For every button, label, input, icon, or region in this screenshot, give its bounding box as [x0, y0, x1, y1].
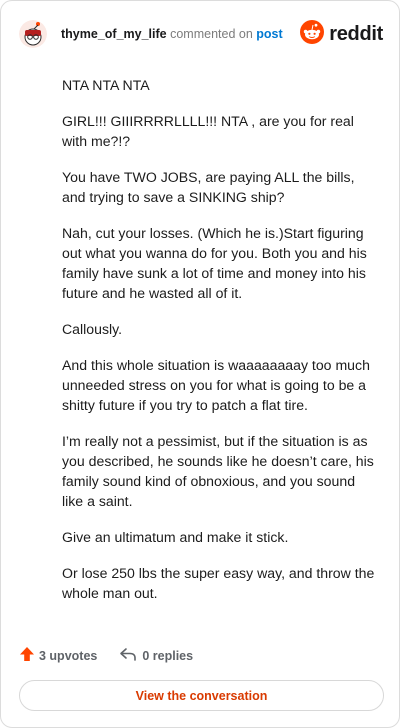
comment-paragraph: Nah, cut your losses. (Which he is.)Star…	[62, 225, 367, 301]
comment-paragraph: You have TWO JOBS, are paying ALL the bi…	[62, 169, 355, 205]
comment-paragraph: Give an ultimatum and make it stick.	[62, 529, 289, 545]
comment-meta: thyme_of_my_life commented on post	[61, 27, 283, 41]
comment-paragraph: And this whole situation is waaaaaaaay t…	[62, 357, 370, 413]
comment-paragraph: Callously.	[62, 321, 123, 337]
comment-card: thyme_of_my_life commented on post reddi…	[0, 0, 400, 728]
reply-button[interactable]: 0 replies	[119, 646, 193, 665]
comment-paragraph: NTA NTA NTA	[62, 77, 150, 93]
comment-paragraph: GIRL!!! GIIIRRRRLLLL!!! NTA , are you fo…	[62, 113, 354, 149]
comment-header: thyme_of_my_life commented on post reddi…	[19, 18, 383, 50]
view-conversation-button[interactable]: View the conversation	[19, 680, 384, 711]
upvote-arrow-icon	[19, 646, 35, 665]
reply-arrow-icon	[119, 646, 137, 665]
comment-paragraph: Or lose 250 lbs the super easy way, and …	[62, 565, 375, 601]
user-avatar[interactable]	[19, 20, 47, 48]
post-link[interactable]: post	[256, 27, 282, 41]
reddit-logo-icon	[300, 19, 325, 49]
upvote-count: 3 upvotes	[39, 648, 98, 663]
reddit-wordmark: reddit	[329, 22, 383, 45]
upvote-button[interactable]: 3 upvotes	[19, 646, 97, 665]
reddit-logo[interactable]: reddit	[300, 19, 383, 49]
username-link[interactable]: thyme_of_my_life	[61, 27, 167, 41]
comment-footer: 3 upvotes 0 replies	[19, 646, 193, 665]
comment-body: NTA NTA NTA GIRL!!! GIIIRRRRLLLL!!! NTA …	[62, 75, 380, 619]
reply-count: 0 replies	[142, 648, 194, 663]
comment-paragraph: I’m really not a pessimist, but if the s…	[62, 433, 374, 509]
action-text: commented on	[170, 27, 253, 41]
